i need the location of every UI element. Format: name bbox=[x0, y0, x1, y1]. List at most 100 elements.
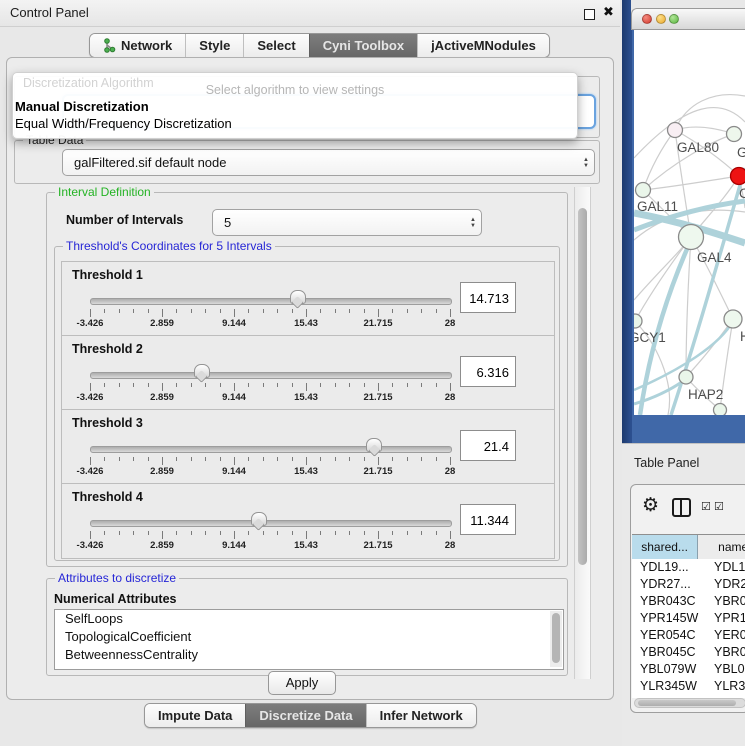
tab-network[interactable]: Network bbox=[90, 34, 185, 57]
tab-jactivemnodules[interactable]: jActiveMNodules bbox=[417, 34, 549, 57]
threshold-value-field[interactable]: 21.4 bbox=[460, 430, 516, 461]
table-row[interactable]: YPR145WYPR1 bbox=[632, 610, 745, 627]
attribute-list-item[interactable]: BetweennessCentrality bbox=[55, 646, 563, 664]
slider-thumb[interactable] bbox=[366, 438, 382, 452]
network-node-label: H bbox=[740, 329, 745, 344]
table-row[interactable]: YBR045CYBR0 bbox=[632, 644, 745, 661]
tab-cyni-toolbox[interactable]: Cyni Toolbox bbox=[309, 34, 417, 57]
network-node-gal4[interactable] bbox=[679, 225, 704, 250]
cell-name[interactable]: YDL1 bbox=[707, 559, 745, 576]
tab-impute-data[interactable]: Impute Data bbox=[145, 704, 245, 727]
slider-tick bbox=[349, 531, 350, 535]
network-edge[interactable] bbox=[643, 130, 675, 190]
numerical-attributes-list[interactable]: SelfLoopsTopologicalCoefficientBetweenne… bbox=[54, 609, 564, 670]
slider-tick bbox=[234, 457, 235, 465]
slider-track[interactable] bbox=[90, 298, 452, 305]
slider-tick-label: 28 bbox=[420, 466, 480, 477]
minimize-traffic-light-icon[interactable] bbox=[656, 14, 666, 24]
table-hscrollbar-thumb[interactable] bbox=[638, 700, 736, 706]
checkbox-icon[interactable]: ☑ bbox=[701, 502, 711, 513]
cell-shared-name[interactable]: YLR345W bbox=[632, 678, 707, 695]
slider-tick bbox=[277, 383, 278, 387]
slider-tick bbox=[191, 457, 192, 461]
cell-name[interactable]: YER0 bbox=[707, 627, 745, 644]
cell-shared-name[interactable]: YBL079W bbox=[632, 661, 707, 678]
network-canvas[interactable]: GAL80GACGAL11GAL4GCY1HHAP2 bbox=[634, 30, 745, 415]
tab-discretize-data[interactable]: Discretize Data bbox=[245, 704, 365, 727]
slider-tick bbox=[176, 531, 177, 535]
network-node-gal11[interactable] bbox=[636, 183, 651, 198]
cell-shared-name[interactable]: YBR045C bbox=[632, 644, 707, 661]
network-node[interactable] bbox=[714, 404, 727, 416]
threshold-value-field[interactable]: 11.344 bbox=[460, 504, 516, 535]
cell-name[interactable]: YBR0 bbox=[707, 644, 745, 661]
network-node-c[interactable] bbox=[731, 168, 745, 185]
column-header-name[interactable]: name bbox=[698, 535, 745, 559]
slider-track[interactable] bbox=[90, 372, 452, 379]
algorithm-option-manual[interactable]: Manual Discretization bbox=[15, 99, 149, 114]
cell-name[interactable]: YBR0 bbox=[707, 593, 745, 610]
cell-shared-name[interactable]: YER054C bbox=[632, 627, 707, 644]
split-view-icon[interactable] bbox=[672, 498, 691, 517]
slider-tick bbox=[320, 457, 321, 461]
settings-scrollbar-track[interactable] bbox=[574, 187, 591, 679]
apply-button[interactable]: Apply bbox=[268, 671, 336, 695]
network-node-hap2[interactable] bbox=[679, 370, 693, 384]
zoom-traffic-light-icon[interactable] bbox=[669, 14, 679, 24]
threshold-value-field[interactable]: 14.713 bbox=[460, 282, 516, 313]
slider-thumb[interactable] bbox=[290, 290, 306, 304]
cell-name[interactable]: YBL0 bbox=[707, 661, 745, 678]
network-edge[interactable] bbox=[675, 95, 745, 130]
cell-name[interactable]: YPR1 bbox=[707, 610, 745, 627]
table-row[interactable]: YBR043CYBR0 bbox=[632, 593, 745, 610]
cell-shared-name[interactable]: YPR145W bbox=[632, 610, 707, 627]
cell-name[interactable]: YDR2 bbox=[707, 576, 745, 593]
network-node-gal80[interactable] bbox=[668, 123, 683, 138]
table-row[interactable]: YBL079WYBL0 bbox=[632, 661, 745, 678]
table-row[interactable]: YLR345WYLR3 bbox=[632, 678, 745, 695]
network-node-h[interactable] bbox=[724, 310, 742, 328]
cell-shared-name[interactable]: YBR043C bbox=[632, 593, 707, 610]
table-row[interactable]: YDL19...YDL1 bbox=[632, 559, 745, 576]
slider-tick bbox=[191, 531, 192, 535]
threshold-value-field[interactable]: 6.316 bbox=[460, 356, 516, 387]
slider-thumb[interactable] bbox=[251, 512, 267, 526]
table-row[interactable]: YER054CYER0 bbox=[632, 627, 745, 644]
network-edge[interactable] bbox=[675, 127, 734, 134]
cell-name[interactable]: YLR3 bbox=[707, 678, 745, 695]
close-traffic-light-icon[interactable] bbox=[642, 14, 652, 24]
settings-scrollbar-thumb[interactable] bbox=[578, 208, 587, 565]
slider-tick bbox=[436, 309, 437, 313]
gear-icon[interactable]: ⚙ bbox=[642, 496, 659, 515]
table-data-combobox[interactable]: galFiltered.sif default node ▲▼ bbox=[62, 149, 595, 176]
tab-label: Network bbox=[121, 34, 172, 57]
network-node-ga[interactable] bbox=[727, 127, 742, 142]
tab-select[interactable]: Select bbox=[243, 34, 308, 57]
number-of-intervals-combobox[interactable]: 5 ▲▼ bbox=[212, 209, 482, 236]
tab-infer-network[interactable]: Infer Network bbox=[366, 704, 476, 727]
slider-track[interactable] bbox=[90, 446, 452, 453]
table-row[interactable]: YDR27...YDR2 bbox=[632, 576, 745, 593]
tab-style[interactable]: Style bbox=[185, 34, 243, 57]
attribute-list-item[interactable]: SelfLoops bbox=[55, 610, 563, 628]
slider-tick bbox=[392, 309, 393, 313]
slider-thumb[interactable] bbox=[194, 364, 210, 378]
slider-tick bbox=[407, 531, 408, 535]
slider-tick bbox=[234, 383, 235, 391]
slider-tick bbox=[248, 383, 249, 387]
slider-track[interactable] bbox=[90, 520, 452, 527]
float-window-icon[interactable] bbox=[584, 9, 595, 20]
close-icon[interactable]: ✖ bbox=[603, 4, 614, 20]
cell-shared-name[interactable]: YDR27... bbox=[632, 576, 707, 593]
algorithm-option-equal-width[interactable]: Equal Width/Frequency Discretization bbox=[15, 116, 232, 131]
list-scrollbar[interactable] bbox=[550, 611, 562, 667]
network-node-gcy1[interactable] bbox=[634, 314, 642, 328]
slider-tick bbox=[364, 457, 365, 461]
table-hscrollbar-track[interactable] bbox=[634, 698, 745, 708]
slider-tick bbox=[90, 383, 91, 391]
slider-tick bbox=[90, 457, 91, 465]
checkbox-icon[interactable]: ☑ bbox=[714, 502, 724, 513]
column-header-shared[interactable]: shared... bbox=[632, 535, 698, 559]
cell-shared-name[interactable]: YDL19... bbox=[632, 559, 707, 576]
attribute-list-item[interactable]: TopologicalCoefficient bbox=[55, 628, 563, 646]
